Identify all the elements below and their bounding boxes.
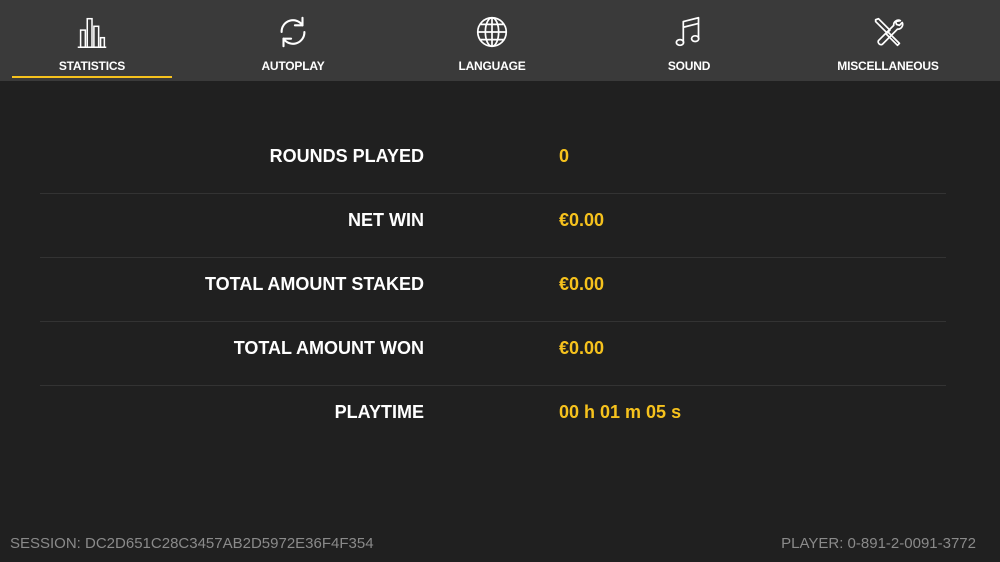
tools-icon <box>868 12 908 52</box>
tab-statistics[interactable]: STATISTICS <box>12 0 172 81</box>
settings-tab-bar: STATISTICS AUTOPLAY LANGUAGE SOUND MISCE… <box>0 0 1000 81</box>
globe-icon <box>472 12 512 52</box>
footer: SESSION: DC2D651C28C3457AB2D5972E36F4F35… <box>0 535 1000 557</box>
active-tab-indicator <box>12 76 172 78</box>
tab-language-label: LANGUAGE <box>458 59 526 73</box>
stat-row-total-amount-staked: TOTAL AMOUNT STAKED €0.00 <box>40 258 946 322</box>
stat-value: 00 h 01 m 05 s <box>559 402 682 422</box>
stat-value: €0.00 <box>559 210 605 230</box>
music-note-icon <box>669 12 709 52</box>
stat-row-rounds-played: ROUNDS PLAYED 0 <box>40 130 946 194</box>
stat-label: PLAYTIME <box>334 402 424 422</box>
tab-statistics-label: STATISTICS <box>58 59 126 73</box>
session-id: SESSION: DC2D651C28C3457AB2D5972E36F4F35… <box>10 535 374 552</box>
stat-value: €0.00 <box>559 338 605 358</box>
tab-miscellaneous[interactable]: MISCELLANEOUS <box>808 0 968 81</box>
stat-row-net-win: NET WIN €0.00 <box>40 194 946 258</box>
stat-value: 0 <box>559 146 570 166</box>
tab-language[interactable]: LANGUAGE <box>412 0 572 81</box>
stat-label: TOTAL AMOUNT STAKED <box>205 274 424 294</box>
stat-label: NET WIN <box>348 210 424 230</box>
tab-miscellaneous-label: MISCELLANEOUS <box>837 59 939 73</box>
player-id: PLAYER: 0-891-2-0091-3772 <box>781 535 976 552</box>
tab-autoplay[interactable]: AUTOPLAY <box>213 0 373 81</box>
stat-row-total-amount-won: TOTAL AMOUNT WON €0.00 <box>40 322 946 386</box>
tab-sound[interactable]: SOUND <box>609 0 769 81</box>
stat-row-playtime: PLAYTIME 00 h 01 m 05 s <box>40 386 946 449</box>
refresh-icon <box>273 12 313 52</box>
stat-label: TOTAL AMOUNT WON <box>233 338 424 358</box>
statistics-panel: ROUNDS PLAYED 0 NET WIN €0.00 TOTAL AMOU… <box>40 130 946 449</box>
stat-label: ROUNDS PLAYED <box>269 146 424 166</box>
stat-value: €0.00 <box>559 274 605 294</box>
tab-sound-label: SOUND <box>667 59 711 73</box>
tab-autoplay-label: AUTOPLAY <box>261 59 325 73</box>
bar-chart-icon <box>72 12 112 52</box>
